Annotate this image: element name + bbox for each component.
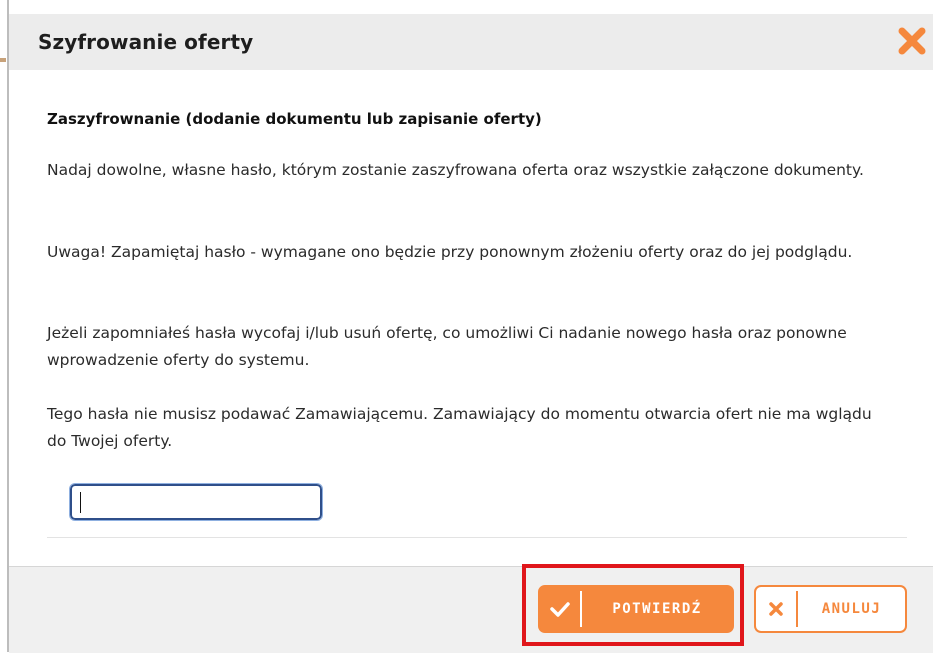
info-paragraph-buyer: Tego hasła nie musisz podawać Zamawiając… bbox=[47, 405, 872, 450]
info-paragraph-forgot: Jeżeli zapomniałeś hasła wycofaj i/lub u… bbox=[47, 324, 847, 369]
password-input[interactable] bbox=[69, 483, 323, 521]
section-heading: Zaszyfrownanie (dodanie dokumentu lub za… bbox=[47, 110, 542, 128]
confirm-icon-wrap bbox=[540, 587, 580, 631]
x-icon bbox=[769, 602, 783, 616]
confirm-label: POTWIERDŹ bbox=[612, 601, 702, 617]
dialog-header: Szyfrowanie oferty bbox=[9, 14, 933, 70]
body-divider bbox=[47, 537, 907, 538]
text-caret bbox=[80, 492, 81, 513]
dialog-title: Szyfrowanie oferty bbox=[38, 30, 254, 54]
encryption-dialog: Szyfrowanie oferty Zaszyfrownanie (dodan… bbox=[9, 14, 933, 653]
dialog-body: Zaszyfrownanie (dodanie dokumentu lub za… bbox=[24, 70, 930, 566]
cancel-icon-wrap bbox=[756, 587, 796, 631]
cancel-label: ANULUJ bbox=[821, 601, 882, 617]
close-x-icon bbox=[898, 27, 926, 55]
confirm-button[interactable]: POTWIERDŹ bbox=[538, 585, 734, 633]
info-paragraph-warning: Uwaga! Zapamiętaj hasło - wymagane ono b… bbox=[47, 243, 853, 261]
info-paragraph-password: Nadaj dowolne, własne hasło, którym zost… bbox=[47, 161, 864, 179]
close-button[interactable] bbox=[897, 26, 927, 56]
checkmark-icon bbox=[550, 602, 570, 617]
background-page-fragment bbox=[0, 58, 6, 62]
cancel-button[interactable]: ANULUJ bbox=[754, 585, 907, 633]
screen: Szyfrowanie oferty Zaszyfrownanie (dodan… bbox=[0, 0, 933, 653]
